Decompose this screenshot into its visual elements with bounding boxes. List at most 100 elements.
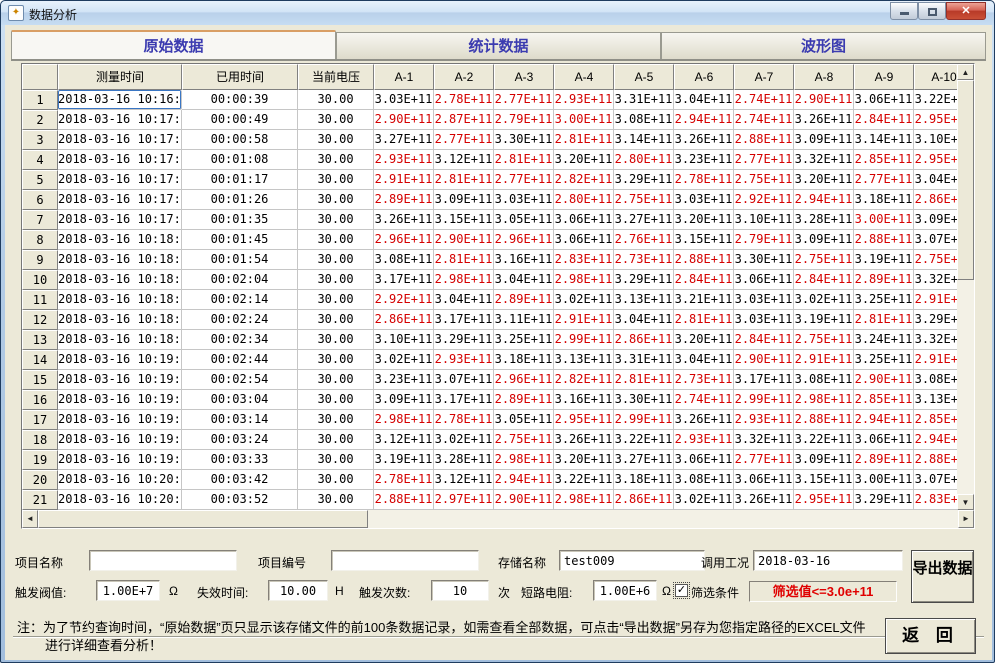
voltage-cell[interactable]: 30.00 xyxy=(298,150,374,170)
value-cell[interactable]: 2.77E+11 xyxy=(434,130,494,150)
measure-time-cell[interactable]: 2018-03-16 10:17:16 xyxy=(58,130,182,150)
measure-time-cell[interactable]: 2018-03-16 10:18:51 xyxy=(58,330,182,350)
measure-time-cell[interactable]: 2018-03-16 10:19:11 xyxy=(58,370,182,390)
value-cell[interactable]: 2.81E+11 xyxy=(614,370,674,390)
elapsed-time-cell[interactable]: 00:00:39 xyxy=(182,90,298,110)
value-cell[interactable]: 3.30E+11 xyxy=(734,250,794,270)
value-cell[interactable]: 2.93E+11 xyxy=(554,90,614,110)
vertical-scrollbar[interactable]: ▲ ▼ xyxy=(957,64,974,510)
value-cell[interactable]: 3.15E+11 xyxy=(794,470,854,490)
value-cell[interactable]: 2.88E+11 xyxy=(794,410,854,430)
voltage-cell[interactable]: 30.00 xyxy=(298,350,374,370)
tab-waveform[interactable]: 波形图 xyxy=(661,32,986,59)
value-cell[interactable]: 2.85E+11 xyxy=(854,150,914,170)
value-cell[interactable]: 2.74E+11 xyxy=(674,390,734,410)
value-cell[interactable]: 2.81E+11 xyxy=(854,310,914,330)
value-cell[interactable]: 3.26E+11 xyxy=(674,410,734,430)
value-cell[interactable]: 3.09E+11 xyxy=(794,450,854,470)
measure-time-cell[interactable]: 2018-03-16 10:18:31 xyxy=(58,290,182,310)
row-number-cell[interactable]: 17 xyxy=(22,410,58,430)
row-number-cell[interactable]: 5 xyxy=(22,170,58,190)
voltage-cell[interactable]: 30.00 xyxy=(298,370,374,390)
voltage-cell[interactable]: 30.00 xyxy=(298,210,374,230)
value-cell[interactable]: 2.90E+11 xyxy=(734,350,794,370)
value-cell[interactable]: 3.19E+11 xyxy=(854,250,914,270)
value-cell[interactable]: 3.27E+11 xyxy=(614,450,674,470)
value-cell[interactable]: 3.29E+11 xyxy=(854,490,914,510)
row-number-cell[interactable]: 19 xyxy=(22,450,58,470)
row-number-cell[interactable]: 14 xyxy=(22,350,58,370)
value-cell[interactable]: 2.74E+11 xyxy=(734,110,794,130)
value-cell[interactable]: 2.98E+11 xyxy=(434,270,494,290)
value-cell[interactable]: 3.28E+11 xyxy=(434,450,494,470)
value-cell[interactable]: 2.75E+11 xyxy=(734,170,794,190)
voltage-cell[interactable]: 30.00 xyxy=(298,230,374,250)
value-cell[interactable]: 3.29E+11 xyxy=(614,270,674,290)
value-cell[interactable]: 3.25E+11 xyxy=(494,330,554,350)
voltage-cell[interactable]: 30.00 xyxy=(298,110,374,130)
row-number-cell[interactable]: 12 xyxy=(22,310,58,330)
value-cell[interactable]: 3.03E+11 xyxy=(674,190,734,210)
value-cell[interactable]: 2.95E+11 xyxy=(554,410,614,430)
voltage-cell[interactable]: 30.00 xyxy=(298,190,374,210)
value-cell[interactable]: 3.27E+11 xyxy=(374,130,434,150)
value-cell[interactable]: 3.08E+11 xyxy=(794,370,854,390)
horizontal-scrollbar[interactable]: ◄ ► xyxy=(22,510,974,528)
elapsed-time-cell[interactable]: 00:01:17 xyxy=(182,170,298,190)
voltage-cell[interactable]: 30.00 xyxy=(298,410,374,430)
value-cell[interactable]: 2.90E+11 xyxy=(494,490,554,510)
value-cell[interactable]: 2.88E+11 xyxy=(674,250,734,270)
value-cell[interactable]: 2.96E+11 xyxy=(494,230,554,250)
value-cell[interactable]: 2.98E+11 xyxy=(554,270,614,290)
voltage-cell[interactable]: 30.00 xyxy=(298,450,374,470)
value-cell[interactable]: 3.10E+11 xyxy=(734,210,794,230)
measure-time-cell[interactable]: 2018-03-16 10:18:11 xyxy=(58,250,182,270)
elapsed-time-cell[interactable]: 00:03:24 xyxy=(182,430,298,450)
value-cell[interactable]: 2.94E+11 xyxy=(674,110,734,130)
voltage-cell[interactable]: 30.00 xyxy=(298,90,374,110)
value-cell[interactable]: 3.02E+11 xyxy=(674,490,734,510)
value-cell[interactable]: 2.84E+11 xyxy=(794,270,854,290)
value-cell[interactable]: 2.77E+11 xyxy=(734,450,794,470)
row-number-cell[interactable]: 6 xyxy=(22,190,58,210)
value-cell[interactable]: 2.89E+11 xyxy=(494,290,554,310)
value-cell[interactable]: 3.14E+11 xyxy=(854,130,914,150)
value-cell[interactable]: 2.92E+11 xyxy=(734,190,794,210)
value-cell[interactable]: 2.81E+11 xyxy=(554,130,614,150)
value-cell[interactable]: 2.84E+11 xyxy=(674,270,734,290)
value-cell[interactable]: 3.24E+11 xyxy=(854,330,914,350)
value-cell[interactable]: 2.81E+11 xyxy=(434,170,494,190)
row-number-cell[interactable]: 2 xyxy=(22,110,58,130)
voltage-cell[interactable]: 30.00 xyxy=(298,490,374,510)
value-cell[interactable]: 3.09E+11 xyxy=(374,390,434,410)
value-cell[interactable]: 2.91E+11 xyxy=(374,170,434,190)
value-cell[interactable]: 2.89E+11 xyxy=(854,450,914,470)
elapsed-time-cell[interactable]: 00:02:44 xyxy=(182,350,298,370)
value-cell[interactable]: 3.17E+11 xyxy=(734,370,794,390)
value-cell[interactable]: 3.06E+11 xyxy=(554,210,614,230)
voltage-cell[interactable]: 30.00 xyxy=(298,250,374,270)
elapsed-time-cell[interactable]: 00:01:54 xyxy=(182,250,298,270)
elapsed-time-cell[interactable]: 00:03:04 xyxy=(182,390,298,410)
value-cell[interactable]: 2.81E+11 xyxy=(494,150,554,170)
value-cell[interactable]: 3.30E+11 xyxy=(614,390,674,410)
value-cell[interactable]: 2.86E+11 xyxy=(374,310,434,330)
row-number-cell[interactable]: 21 xyxy=(22,490,58,510)
value-cell[interactable]: 3.13E+11 xyxy=(554,350,614,370)
value-cell[interactable]: 3.17E+11 xyxy=(374,270,434,290)
value-cell[interactable]: 2.94E+11 xyxy=(794,190,854,210)
value-cell[interactable]: 3.20E+11 xyxy=(674,330,734,350)
value-cell[interactable]: 2.89E+11 xyxy=(374,190,434,210)
value-cell[interactable]: 3.22E+11 xyxy=(614,430,674,450)
project-name-input[interactable] xyxy=(89,550,237,571)
value-cell[interactable]: 3.32E+11 xyxy=(794,150,854,170)
value-cell[interactable]: 3.10E+11 xyxy=(374,330,434,350)
value-cell[interactable]: 2.97E+11 xyxy=(434,490,494,510)
value-cell[interactable]: 3.23E+11 xyxy=(674,150,734,170)
value-cell[interactable]: 2.88E+11 xyxy=(374,490,434,510)
maximize-button[interactable] xyxy=(918,2,946,20)
elapsed-time-cell[interactable]: 00:02:14 xyxy=(182,290,298,310)
row-number-cell[interactable]: 20 xyxy=(22,470,58,490)
value-cell[interactable]: 3.02E+11 xyxy=(794,290,854,310)
measure-time-cell[interactable]: 2018-03-16 10:17:44 xyxy=(58,190,182,210)
